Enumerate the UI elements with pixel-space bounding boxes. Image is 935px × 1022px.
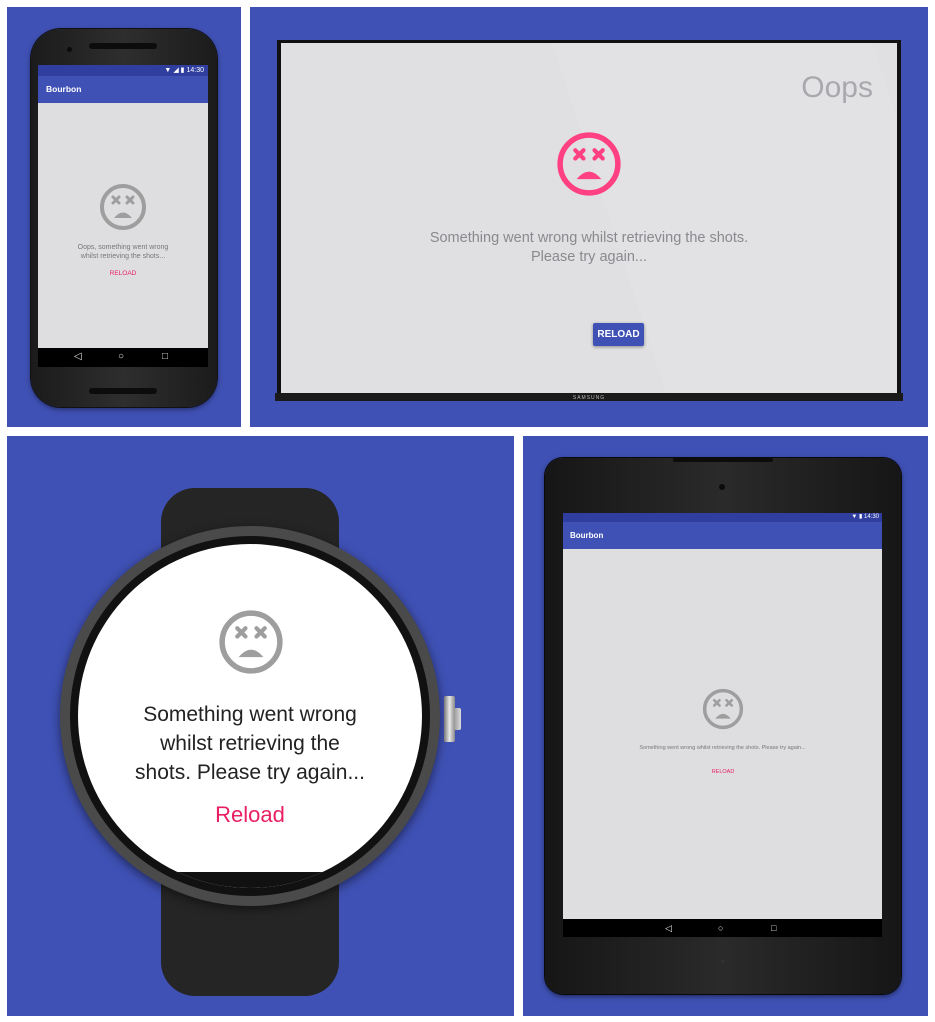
watch-flat-tire: [78, 872, 422, 888]
wifi-icon: ▼: [164, 67, 172, 74]
reload-button[interactable]: RELOAD: [98, 270, 148, 277]
error-message: Something went wrong whilst retrieving t…: [639, 745, 806, 751]
error-message: Oops, something went wrong whilst retrie…: [77, 244, 169, 260]
dead-face-icon: [219, 610, 283, 674]
home-button[interactable]: ○: [118, 351, 124, 363]
tv-screen: Oops Something went wrong whilst retriev…: [281, 43, 897, 393]
status-time: 14:30: [186, 67, 204, 74]
tablet-app-toolbar: Bourbon: [563, 522, 882, 549]
tablet-status-icons: ▼ ▮ 14:30: [851, 513, 879, 522]
dead-face-icon: [702, 688, 744, 730]
watch-screen: Something went wrong whilst retrieving t…: [78, 544, 422, 888]
status-time: 14:30: [863, 514, 879, 520]
phone-speaker-bottom: [89, 388, 157, 394]
phone-panel: ▼ ◢ ▮ 14:30 Bourbon Oops, something went…: [7, 7, 241, 427]
tv-panel: Oops Something went wrong whilst retriev…: [250, 7, 928, 427]
app-title: Bourbon: [570, 531, 604, 540]
app-title: Bourbon: [46, 84, 82, 94]
error-message-line-1: Something went wrong whilst retrieving t…: [429, 230, 749, 246]
back-button[interactable]: ◁: [665, 922, 672, 934]
home-button[interactable]: ○: [718, 922, 723, 934]
phone-speaker-top: [89, 43, 157, 49]
watch-crown-cap: [454, 708, 461, 730]
phone-status-bar: ▼ ◢ ▮ 14:30: [38, 65, 208, 76]
tablet-sensor: [721, 960, 724, 963]
tablet-camera: [719, 484, 725, 490]
back-button[interactable]: ◁: [74, 351, 82, 363]
phone-screen: ▼ ◢ ▮ 14:30 Bourbon Oops, something went…: [38, 65, 208, 367]
error-message: Something went wrong whilst retrieving t…: [339, 229, 839, 267]
tv-brand-logo: SAMSUNG: [572, 395, 606, 401]
error-message-line-3: shots. Please try again...: [135, 761, 365, 784]
phone-app-toolbar: Bourbon: [38, 76, 208, 103]
wifi-icon: ▼: [851, 514, 858, 520]
error-message-line-2: whilst retrieving the: [160, 732, 340, 755]
reload-button[interactable]: RELOAD: [698, 769, 748, 775]
reload-button[interactable]: RELOAD: [593, 323, 644, 346]
phone-status-icons: ▼ ◢ ▮ 14:30: [164, 66, 204, 75]
recents-button[interactable]: □: [771, 922, 776, 934]
tablet-nav-bar: ◁ ○ □: [563, 919, 882, 937]
signal-icon: ◢: [173, 67, 179, 74]
tablet-screen: ▼ ▮ 14:30 Bourbon Something went wrong w…: [563, 513, 882, 937]
oops-heading: Oops: [801, 71, 873, 104]
recents-button[interactable]: □: [162, 351, 168, 363]
error-message: Something went wrong whilst retrieving t…: [100, 700, 400, 787]
phone-camera: [67, 47, 72, 52]
dead-face-icon: [557, 132, 621, 196]
battery-icon: ▮: [180, 67, 185, 74]
error-message-line-2: Please try again...: [530, 249, 648, 265]
dead-face-icon: [100, 184, 146, 230]
tablet-status-bar: ▼ ▮ 14:30: [563, 513, 882, 522]
phone-nav-bar: ◁ ○ □: [38, 348, 208, 367]
watch-panel: Something went wrong whilst retrieving t…: [7, 436, 514, 1016]
error-message-line-1: Something went wrong: [143, 703, 357, 726]
tablet-panel: ▼ ▮ 14:30 Bourbon Something went wrong w…: [523, 436, 928, 1016]
tablet-top-strip: [673, 458, 773, 462]
reload-button[interactable]: Reload: [200, 802, 300, 828]
battery-icon: ▮: [859, 514, 863, 520]
